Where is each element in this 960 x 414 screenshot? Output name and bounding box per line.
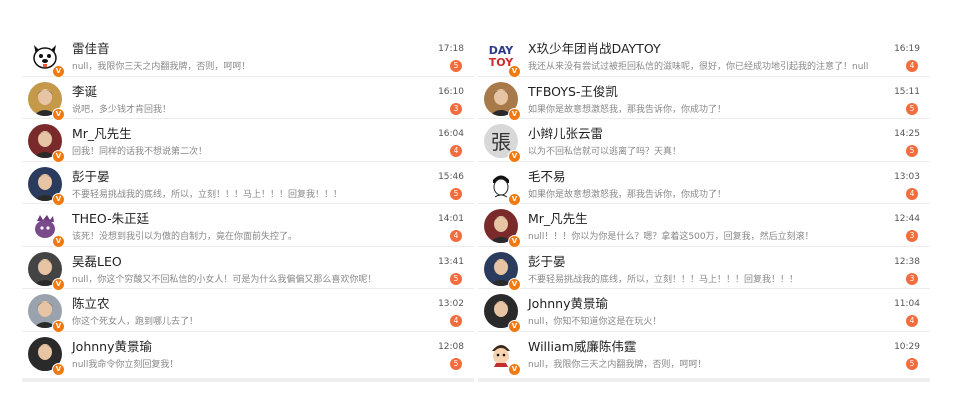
message-time: 13:02 — [438, 299, 464, 309]
unread-count-badge: 4 — [906, 315, 918, 327]
unread-count-badge: 5 — [906, 145, 918, 157]
message-time: 16:19 — [894, 44, 920, 54]
message-time: 15:46 — [438, 171, 464, 182]
verified-badge-icon: V — [52, 362, 65, 376]
conversation-row[interactable]: V 陈立农 你这个死女人，跑到哪儿去了！ 13:02 4 — [22, 289, 474, 333]
message-time: 15:11 — [894, 86, 920, 97]
contact-name[interactable]: 彭于晏 — [528, 251, 566, 270]
message-time: 12:08 — [438, 341, 464, 352]
conversation-row[interactable]: DAY TOY V X玖少年团肖战DAYTOY 我还从来没有尝试过被拒回私信的滋味呢，很… — [478, 34, 930, 78]
contact-name[interactable]: 吴磊LEO — [72, 251, 122, 270]
calligraphy-glyph: 張 — [491, 130, 511, 154]
message-preview: null我命令你立刻回复我！ — [72, 359, 179, 370]
message-preview: 以为不回私信就可以逃离了吗？天真！ — [528, 147, 682, 157]
message-preview: 如果你是故意想激怒我，那我告诉你，你成功了！ — [528, 189, 727, 200]
conversation-row[interactable]: V Johnny黄景瑜 null我命令你立刻回复我！ 12:08 5 — [22, 332, 474, 376]
contact-name[interactable]: 陈立农 — [72, 293, 110, 312]
conversation-row[interactable]: V William威廉陈伟霆 null，我限你三天之内翻我牌，否则，呵呵！ 10:29… — [478, 332, 930, 376]
conversation-row[interactable]: V Mr_凡先生 回我！同样的话我不想说第二次！ 16:04 4 — [22, 119, 474, 163]
message-preview: 不要轻易挑战我的底线，所以，立刻！！！马上！！！回复我！！！ — [72, 189, 343, 200]
contact-name[interactable]: Mr_凡先生 — [528, 208, 588, 227]
conversation-row[interactable]: V Johnny黄景瑜 null，你知不知道你这是在玩火！ 11:04 4 — [478, 289, 930, 333]
message-time: 12:44 — [894, 214, 920, 224]
message-preview: null，我限你三天之内翻我牌，否则，呵呵！ — [72, 62, 251, 72]
unread-count-badge: 4 — [906, 187, 918, 200]
message-preview: 回我！同样的话我不想说第二次！ — [72, 147, 208, 157]
message-preview: 不要轻易挑战我的底线，所以，立刻！！！马上！！！回复我！！！ — [528, 274, 799, 285]
message-time: 13:03 — [894, 171, 920, 182]
contact-name[interactable]: 毛不易 — [528, 166, 566, 185]
unread-count-badge: 4 — [450, 315, 462, 327]
contact-name[interactable]: X玖少年团肖战DAYTOY — [528, 38, 661, 57]
unread-count-badge: 4 — [450, 145, 462, 157]
conversation-row[interactable]: 張 V 小辫儿张云雷 以为不回私信就可以逃离了吗？天真！ 14:25 5 — [478, 119, 930, 163]
unread-count-badge: 5 — [450, 357, 462, 370]
conversation-row[interactable]: V 彭于晏 不要轻易挑战我的底线，所以，立刻！！！马上！！！回复我！！！ 15:46 5 — [22, 162, 474, 206]
unread-count-badge: 4 — [906, 60, 918, 72]
conversation-row[interactable]: V Mr_凡先生 null！！！你以为你是什么？嗯？拿着这500万，回复我，然后立刻… — [478, 204, 930, 248]
message-preview: 说吧，多少钱才肯回我！ — [72, 104, 172, 115]
conversation-row[interactable]: V 雷佳音 null，我限你三天之内翻我牌，否则，呵呵！ 17:18 5 — [22, 34, 474, 78]
unread-count-badge: 3 — [906, 230, 918, 242]
message-time: 16:10 — [438, 86, 464, 97]
conversation-row[interactable]: V 毛不易 如果你是故意想激怒我，那我告诉你，你成功了！ 13:03 4 — [478, 162, 930, 206]
message-preview: null，你这个穷酸又不回私信的小女人！可是为什么我偏偏又那么喜欢你呢！ — [72, 274, 377, 285]
unread-count-badge: 3 — [450, 102, 462, 115]
conversation-row[interactable]: V 吴磊LEO null，你这个穷酸又不回私信的小女人！可是为什么我偏偏又那么喜欢你… — [22, 247, 474, 291]
contact-name[interactable]: Johnny黄景瑜 — [72, 336, 152, 355]
unread-count-badge: 4 — [450, 230, 462, 242]
message-time: 10:29 — [894, 341, 920, 352]
contact-name[interactable]: 雷佳音 — [72, 38, 110, 57]
right-message-list: DAY TOY V X玖少年团肖战DAYTOY 我还从来没有尝试过被拒回私信的滋味呢，很… — [478, 34, 930, 382]
verified-badge-icon: V — [508, 362, 521, 376]
contact-name[interactable]: Mr_凡先生 — [72, 123, 132, 142]
unread-count-badge: 5 — [450, 272, 462, 285]
conversation-row[interactable]: V 彭于晏 不要轻易挑战我的底线，所以，立刻！！！马上！！！回复我！！！ 12:38 3 — [478, 247, 930, 291]
message-preview: 你这个死女人，跑到哪儿去了！ — [72, 317, 199, 327]
message-time: 16:04 — [438, 129, 464, 139]
message-time: 14:01 — [438, 214, 464, 224]
contact-name[interactable]: 彭于晏 — [72, 166, 110, 185]
message-preview: 如果你是故意想激怒我，那我告诉你，你成功了！ — [528, 104, 727, 115]
conversation-row[interactable]: V THEO-朱正廷 该死！没想到我引以为傲的自制力，竟在你面前失控了。 14:01 4 — [22, 204, 474, 248]
message-preview: 该死！没想到我引以为傲的自制力，竟在你面前失控了。 — [72, 232, 298, 242]
message-time: 14:25 — [894, 129, 920, 139]
message-time: 13:41 — [438, 256, 464, 267]
unread-count-badge: 3 — [906, 272, 918, 285]
contact-name[interactable]: Johnny黄景瑜 — [528, 293, 608, 312]
conversation-row[interactable]: V 李诞 说吧，多少钱才肯回我！ 16:10 3 — [22, 77, 474, 121]
unread-count-badge: 5 — [906, 357, 918, 370]
contact-name[interactable]: 小辫儿张云雷 — [528, 123, 603, 142]
message-preview: null，我限你三天之内翻我牌，否则，呵呵！ — [528, 359, 707, 370]
contact-name[interactable]: William威廉陈伟霆 — [528, 336, 636, 355]
conversation-row[interactable]: V TFBOYS-王俊凯 如果你是故意想激怒我，那我告诉你，你成功了！ 15:11 5 — [478, 77, 930, 121]
message-preview: 我还从来没有尝试过被拒回私信的滋味呢，很好，你已经成功地引起我的注意了！null — [528, 62, 869, 72]
contact-name[interactable]: 李诞 — [72, 81, 97, 100]
left-message-list: V 雷佳音 null，我限你三天之内翻我牌，否则，呵呵！ 17:18 5 V 李诞 说吧，多少… — [22, 34, 474, 382]
message-preview: null！！！你以为你是什么？嗯？拿着这500万，回复我，然后立刻滚！ — [528, 232, 814, 242]
message-time: 11:04 — [894, 299, 920, 309]
unread-count-badge: 5 — [450, 187, 462, 200]
message-time: 17:18 — [438, 44, 464, 54]
unread-count-badge: 5 — [906, 102, 918, 115]
message-time: 12:38 — [894, 256, 920, 267]
contact-name[interactable]: TFBOYS-王俊凯 — [528, 81, 618, 100]
message-preview: null，你知不知道你这是在玩火！ — [528, 317, 662, 327]
contact-name[interactable]: THEO-朱正廷 — [72, 208, 149, 227]
unread-count-badge: 5 — [450, 60, 462, 72]
